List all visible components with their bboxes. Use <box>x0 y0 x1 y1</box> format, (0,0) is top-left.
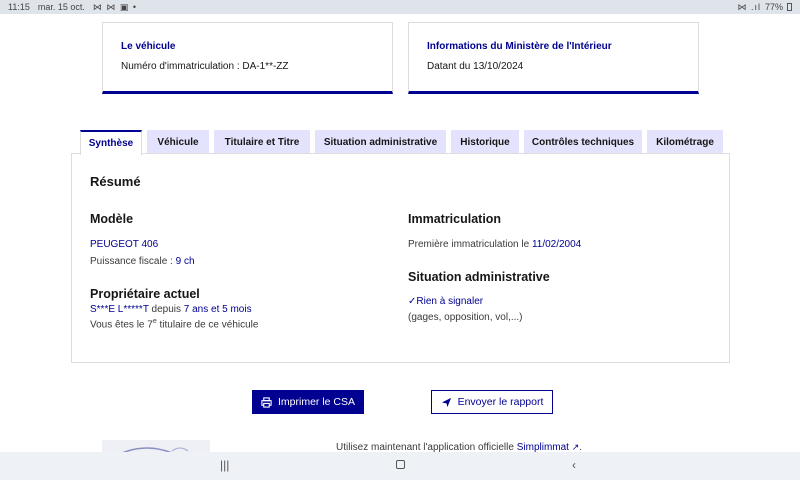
notification-icons: ⋈ ⋈ ▣ • <box>92 1 138 12</box>
app-preview-image <box>102 440 210 452</box>
first-registration-label: Première immatriculation le <box>408 239 532 250</box>
vehicle-card: Le véhicule Numéro d'immatriculation : D… <box>102 22 393 94</box>
back-icon[interactable]: ‹ <box>572 458 576 472</box>
tab-controles-techniques[interactable]: Contrôles techniques <box>524 130 642 154</box>
tab-bar: Synthèse Véhicule Titulaire et Titre Sit… <box>80 130 728 155</box>
owner-rank-suffix: titulaire de ce véhicule <box>156 319 259 331</box>
first-registration-date: 11/02/2004 <box>531 239 582 250</box>
owner-duration: 7 ans et 5 mois <box>183 304 252 315</box>
ministry-card-title: Informations du Ministère de l'Intérieur <box>427 41 612 52</box>
admin-detail: (gages, opposition, vol,...) <box>408 312 523 323</box>
send-report-button[interactable]: Envoyer le rapport <box>431 390 553 414</box>
fiscal-power: Puissance fiscale : 9 ch <box>90 256 195 267</box>
recent-apps-icon[interactable]: ||| <box>220 458 229 472</box>
owner-rank-prefix: Vous êtes le 7 <box>90 319 153 331</box>
tab-synthese[interactable]: Synthèse <box>80 130 142 155</box>
registration-number: Numéro d'immatriculation : DA-1**-ZZ <box>121 61 289 72</box>
print-csa-button[interactable]: Imprimer le CSA <box>252 390 364 414</box>
fiscal-power-value: 9 ch <box>175 256 195 267</box>
summary-panel: Résumé Modèle PEUGEOT 406 Puissance fisc… <box>71 153 730 363</box>
tab-vehicule[interactable]: Véhicule <box>147 130 209 154</box>
tab-titulaire[interactable]: Titulaire et Titre <box>214 130 310 154</box>
send-report-label: Envoyer le rapport <box>457 396 544 408</box>
print-csa-label: Imprimer le CSA <box>277 396 355 408</box>
tab-historique[interactable]: Historique <box>451 130 519 154</box>
admin-status-text: Rien à signaler <box>416 296 484 307</box>
signal-icon: ⋈ .ıl <box>737 1 761 12</box>
home-icon[interactable] <box>396 460 405 469</box>
registration-heading: Immatriculation <box>408 212 502 226</box>
owner-rank: Vous êtes le 7e titulaire de ce véhicule <box>90 318 258 330</box>
vehicle-card-title: Le véhicule <box>121 41 176 52</box>
model-value: PEUGEOT 406 <box>90 239 159 250</box>
summary-heading: Résumé <box>90 174 141 189</box>
printer-icon <box>261 396 272 408</box>
tab-kilometrage[interactable]: Kilométrage <box>647 130 723 154</box>
owner-info: S***E L*****T depuis 7 ans et 5 mois <box>90 304 252 315</box>
status-bar: 11:15 mar. 15 oct. ⋈ ⋈ ▣ • ⋈ .ıl 77% <box>0 0 800 14</box>
ministry-date: Datant du 13/10/2024 <box>427 61 524 72</box>
send-icon <box>441 397 451 407</box>
model-heading: Modèle <box>90 212 134 226</box>
battery-level: 77% <box>764 2 783 12</box>
status-time: 11:15 <box>8 2 30 12</box>
fiscal-power-label: Puissance fiscale : <box>90 256 176 267</box>
navigation-bar: ||| ‹ <box>0 452 800 480</box>
tab-situation-administrative[interactable]: Situation administrative <box>315 130 446 154</box>
owner-heading: Propriétaire actuel <box>90 287 200 301</box>
battery-icon <box>787 3 792 11</box>
owner-name: S***E L*****T <box>90 304 149 315</box>
admin-heading: Situation administrative <box>408 270 550 284</box>
owner-since-label: depuis <box>148 304 184 315</box>
ministry-card: Informations du Ministère de l'Intérieur… <box>408 22 699 94</box>
status-date: mar. 15 oct. <box>37 2 85 12</box>
first-registration: Première immatriculation le 11/02/2004 <box>408 239 581 250</box>
admin-status: ✓Rien à signaler <box>408 296 483 307</box>
